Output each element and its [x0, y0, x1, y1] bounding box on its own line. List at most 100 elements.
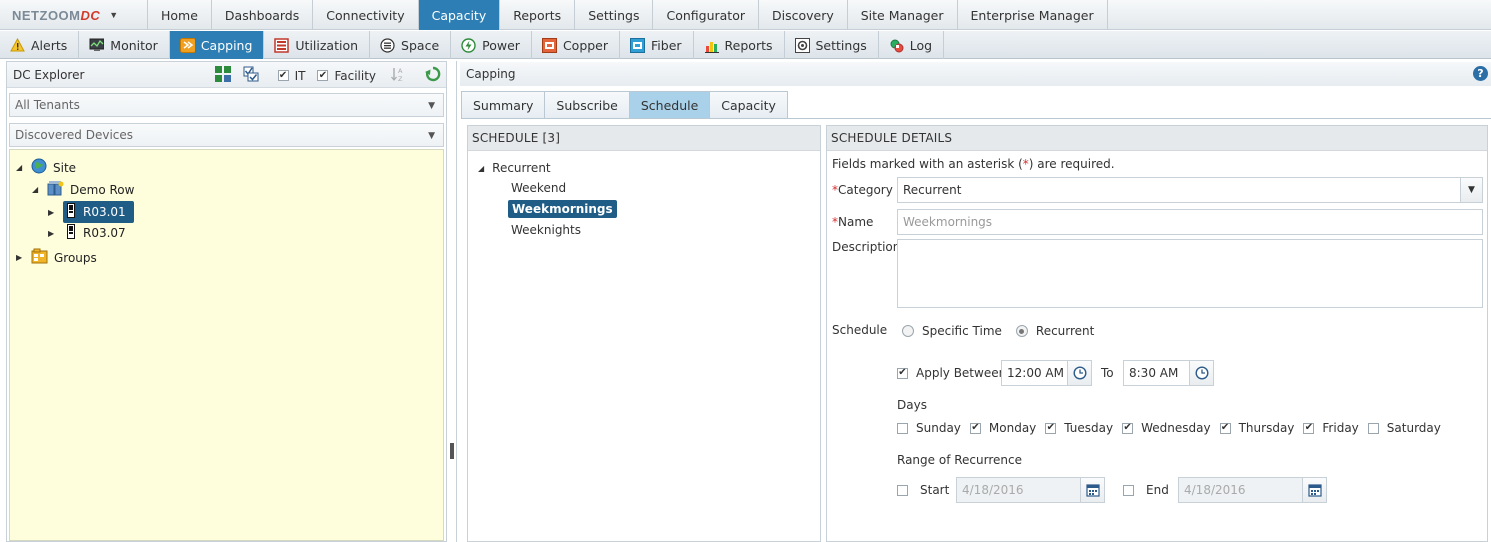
time-to-field[interactable]: 8:30 AM [1123, 360, 1214, 386]
facility-label: Facility [334, 68, 376, 83]
subnav-power[interactable]: Power [451, 31, 532, 59]
sunday-checkbox[interactable] [897, 422, 908, 434]
tree-node-groups[interactable]: ▶ Groups [16, 248, 97, 267]
time-from-field[interactable]: 12:00 AM [1001, 360, 1092, 386]
nav-settings[interactable]: Settings [575, 0, 654, 30]
name-placeholder: Weekmornings [903, 215, 993, 229]
schedule-item-weekmornings[interactable]: Weekmornings [508, 200, 617, 218]
nav-home[interactable]: Home [148, 0, 212, 30]
device-select-value: Discovered Devices [15, 128, 134, 142]
check-list-icon[interactable] [243, 66, 260, 85]
name-label: *Name [832, 215, 873, 229]
space-icon [380, 37, 395, 53]
required-note: Fields marked with an asterisk (*) are r… [832, 157, 1115, 171]
tree-node-rack-r0307[interactable]: ▶ R03.07 [48, 224, 126, 242]
clock-icon[interactable] [1189, 361, 1213, 385]
schedule-group-recurrent[interactable]: ◢ Recurrent [478, 161, 551, 175]
days-row: Sunday ✔ Monday ✔ Tuesday ✔ Wednesday ✔ … [897, 421, 1441, 435]
subnav-monitor[interactable]: Monitor [79, 31, 170, 59]
refresh-icon[interactable] [424, 65, 442, 86]
subnav-settings[interactable]: Settings [785, 31, 879, 59]
panel-splitter[interactable] [450, 443, 454, 459]
schedule-item-weeknights[interactable]: Weeknights [511, 223, 581, 237]
calendar-icon[interactable] [1302, 478, 1326, 502]
facility-checkbox[interactable]: ✔ [317, 70, 329, 81]
saturday-checkbox[interactable] [1367, 422, 1379, 434]
subnav-log[interactable]: Log [879, 31, 945, 59]
expanded-arrow-icon[interactable]: ◢ [478, 164, 484, 173]
dc-explorer-title: DC Explorer [13, 67, 85, 82]
top-nav: NETZOOM DC ▼ Home Dashboards Connectivity… [0, 0, 1491, 30]
end-date-value: 4/18/2016 [1184, 483, 1246, 497]
collapsed-arrow-icon[interactable]: ▶ [16, 253, 25, 262]
nav-dashboards[interactable]: Dashboards [212, 0, 314, 30]
nav-capacity[interactable]: Capacity [418, 0, 501, 30]
description-field[interactable] [897, 239, 1483, 308]
tree-label-rack-r0301: R03.01 [83, 205, 126, 219]
schedule-details-header: SCHEDULE DETAILS [827, 126, 1487, 151]
start-label: Start [920, 483, 950, 497]
expanded-arrow-icon[interactable]: ◢ [32, 185, 41, 194]
tree-selected-rack[interactable]: R03.01 [63, 201, 134, 223]
name-field[interactable]: Weekmornings [897, 209, 1483, 235]
nav-reports[interactable]: Reports [500, 0, 576, 30]
thursday-checkbox[interactable]: ✔ [1219, 422, 1231, 434]
logo-dropdown-icon[interactable]: ▼ [109, 10, 118, 20]
subnav-reports[interactable]: Reports [694, 31, 785, 59]
wednesday-checkbox[interactable]: ✔ [1122, 422, 1134, 434]
sort-az-icon[interactable]: AZ [390, 66, 406, 85]
nav-connectivity[interactable]: Connectivity [313, 0, 419, 30]
power-icon [461, 37, 476, 53]
tab-subscribe[interactable]: Subscribe [545, 91, 630, 119]
schedule-type-radios: Specific Time Recurrent [902, 324, 1094, 338]
calendar-icon[interactable] [1080, 478, 1104, 502]
start-checkbox[interactable] [897, 484, 908, 496]
tree-node-rack-r0301[interactable]: ▶ R03.01 [48, 201, 134, 223]
subnav-fiber[interactable]: Fiber [620, 31, 694, 59]
thursday-label: Thursday [1238, 421, 1295, 435]
monday-checkbox[interactable]: ✔ [969, 422, 981, 434]
start-date-field[interactable]: 4/18/2016 [956, 477, 1105, 503]
nav-discovery[interactable]: Discovery [759, 0, 848, 30]
tree-node-site[interactable]: ◢ Site [16, 158, 76, 177]
end-checkbox[interactable] [1123, 484, 1134, 496]
chevron-down-icon[interactable]: ▼ [1460, 178, 1482, 202]
subnav-alerts[interactable]: Alerts [0, 31, 80, 59]
tab-summary[interactable]: Summary [461, 91, 546, 119]
specific-time-radio[interactable] [902, 325, 914, 337]
nav-enterprise-manager[interactable]: Enterprise Manager [958, 0, 1108, 30]
chevron-down-icon: ▼ [428, 101, 435, 111]
grid-view-icon[interactable] [214, 66, 231, 85]
recurrent-radio[interactable] [1015, 325, 1028, 337]
subnav-utilization[interactable]: Utilization [264, 31, 371, 59]
collapsed-arrow-icon[interactable]: ▶ [48, 208, 57, 217]
chevron-down-icon: ▼ [428, 131, 435, 141]
subnav-space[interactable]: Space [370, 31, 452, 59]
subnav-settings-label: Settings [815, 37, 867, 53]
expanded-arrow-icon[interactable]: ◢ [16, 163, 25, 172]
schedule-list-header: SCHEDULE [3] [468, 126, 820, 151]
tuesday-checkbox[interactable]: ✔ [1045, 422, 1057, 434]
clock-icon[interactable] [1067, 361, 1091, 385]
tenant-select[interactable]: All Tenants ▼ [9, 93, 444, 117]
days-label: Days [897, 398, 927, 412]
app-logo[interactable]: NETZOOM DC ▼ [0, 0, 148, 30]
subnav-capping[interactable]: Capping [169, 31, 265, 59]
tab-capacity[interactable]: Capacity [710, 91, 788, 119]
help-icon[interactable]: ? [1473, 66, 1488, 81]
tab-divider [461, 118, 1491, 119]
friday-checkbox[interactable]: ✔ [1303, 422, 1315, 434]
tree-node-row[interactable]: ◢ Demo Row [32, 180, 134, 199]
schedule-item-weekend[interactable]: Weekend [511, 181, 566, 195]
apply-between-checkbox[interactable]: ✔ [897, 367, 908, 379]
subnav-copper[interactable]: Copper [532, 31, 621, 59]
nav-site-manager[interactable]: Site Manager [848, 0, 958, 30]
collapsed-arrow-icon[interactable]: ▶ [48, 229, 57, 238]
category-select[interactable]: Recurrent ▼ [897, 177, 1483, 203]
device-select[interactable]: Discovered Devices ▼ [9, 123, 444, 147]
it-checkbox[interactable]: ✔ [277, 70, 289, 81]
logo-text: NETZOOM [12, 7, 81, 23]
end-date-field[interactable]: 4/18/2016 [1178, 477, 1327, 503]
nav-configurator[interactable]: Configurator [653, 0, 759, 30]
tab-schedule[interactable]: Schedule [629, 91, 711, 119]
